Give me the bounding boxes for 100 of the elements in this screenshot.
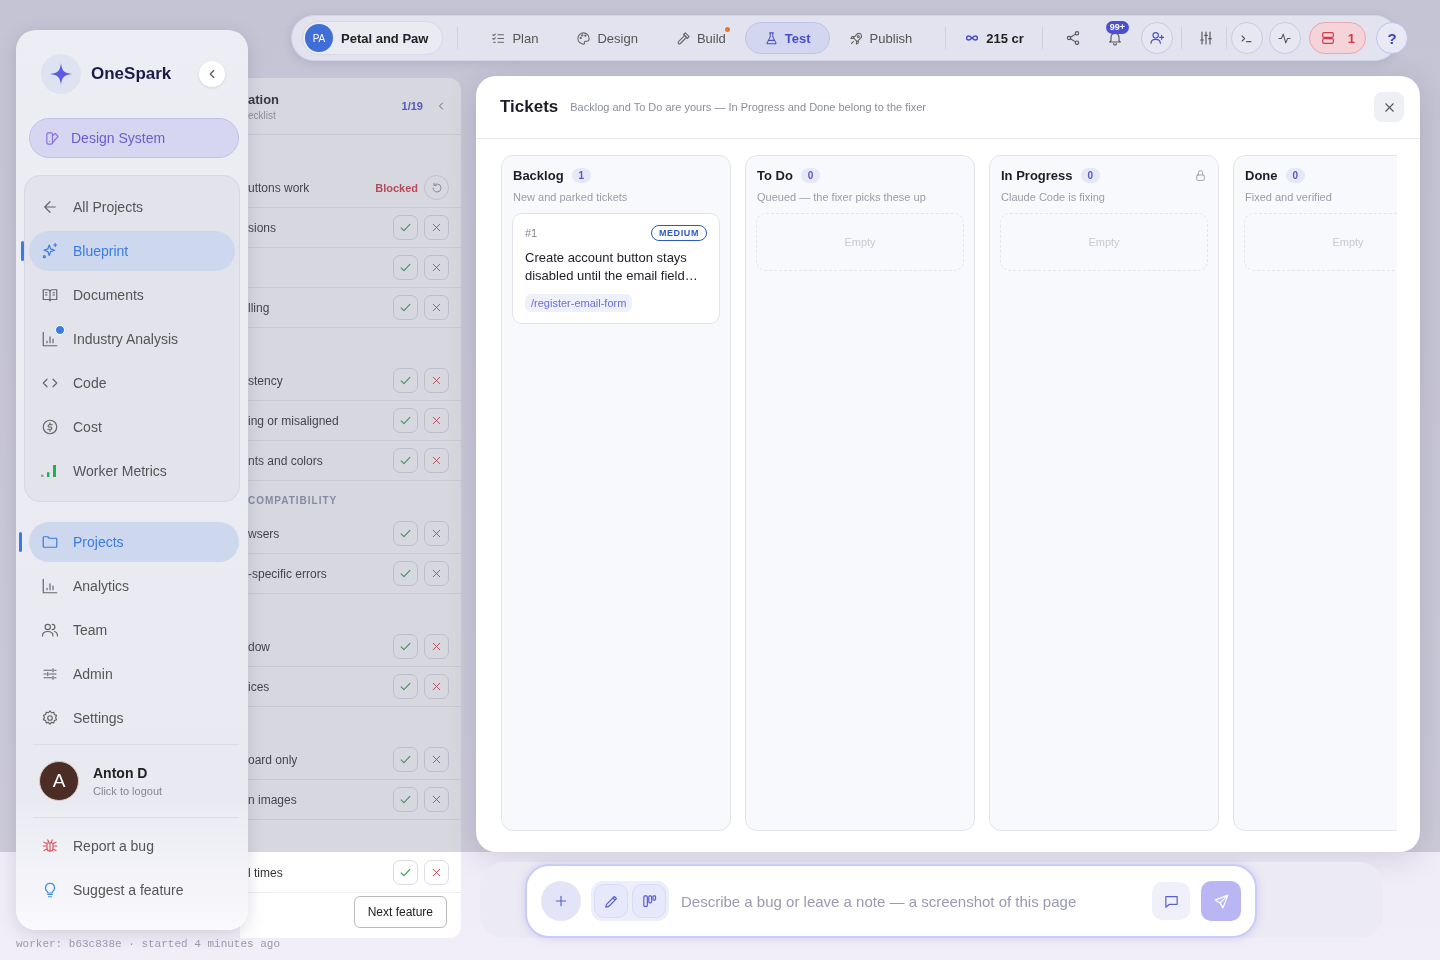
collapse-button[interactable] xyxy=(199,61,225,87)
sidebar-item[interactable]: Cost xyxy=(29,407,235,447)
pass-button[interactable] xyxy=(393,215,418,240)
column-description: New and parked tickets xyxy=(513,191,629,203)
nav-tab[interactable]: Plan xyxy=(472,22,558,54)
note-input[interactable]: Describe a bug or leave a note — a screenshot of this page xyxy=(679,891,1152,911)
dialog-subtitle: Backlog and To Do are yours — In Progress and Done belong to the fixer xyxy=(570,101,927,113)
user-plus-icon xyxy=(1148,30,1165,46)
terminal-button[interactable] xyxy=(1230,22,1263,54)
fail-button[interactable] xyxy=(424,448,449,473)
pass-button[interactable] xyxy=(393,521,418,546)
fail-button[interactable] xyxy=(424,408,449,433)
sidebar-item[interactable]: Admin xyxy=(29,654,239,694)
notifications-button[interactable]: 99+ xyxy=(1098,22,1131,54)
design-icon xyxy=(44,129,61,147)
selection-indicator xyxy=(19,532,22,552)
fail-button[interactable] xyxy=(424,521,449,546)
settings-icon xyxy=(41,709,59,727)
pass-button[interactable] xyxy=(393,255,418,280)
checklist-item: -specific errors xyxy=(248,566,327,581)
feedback-item[interactable]: Suggest a feature xyxy=(29,870,239,910)
pass-button[interactable] xyxy=(393,787,418,812)
sparkles-icon xyxy=(41,242,59,260)
checklist-item: wsers xyxy=(248,526,280,541)
pass-button[interactable] xyxy=(393,561,418,586)
sidebar-item[interactable]: Documents xyxy=(29,275,235,315)
sidebar-item[interactable]: Analytics xyxy=(29,566,239,606)
checklist-item: l times xyxy=(248,865,283,880)
close-button[interactable] xyxy=(1374,92,1404,122)
progress-count: 1/19 xyxy=(401,100,423,112)
bar-chart-icon xyxy=(41,577,59,595)
sidebar-item[interactable]: Settings xyxy=(29,698,239,738)
close-icon xyxy=(430,414,443,427)
pass-button[interactable] xyxy=(393,634,418,659)
checklist-item: ing or misaligned xyxy=(248,413,339,428)
fail-button[interactable] xyxy=(424,860,449,885)
user-profile[interactable]: A Anton D Click to logout xyxy=(29,753,239,809)
column-description: Queued — the fixer picks these up xyxy=(757,191,927,203)
alerts-button[interactable]: 1 xyxy=(1308,22,1367,54)
nav-tab[interactable]: Design xyxy=(557,22,657,54)
sidebar-item[interactable]: Team xyxy=(29,610,239,650)
close-icon xyxy=(430,454,443,467)
next-feature-button[interactable]: Next feature xyxy=(353,896,447,928)
pass-button[interactable] xyxy=(393,295,418,320)
help-button[interactable]: ? xyxy=(1376,22,1409,54)
fail-button[interactable] xyxy=(424,255,449,280)
column-title: To Do xyxy=(757,168,793,183)
project-avatar: PA xyxy=(305,24,333,52)
logo-icon xyxy=(41,54,81,94)
nav-tab[interactable]: Build xyxy=(656,22,745,54)
fail-button[interactable] xyxy=(424,634,449,659)
pass-button[interactable] xyxy=(393,408,418,433)
feedback-item[interactable]: Report a bug xyxy=(29,826,239,866)
sliders-icon xyxy=(41,665,59,683)
pass-button[interactable] xyxy=(393,747,418,772)
fail-button[interactable] xyxy=(424,295,449,320)
sidebar-item[interactable]: Industry Analysis xyxy=(29,319,235,359)
fail-button[interactable] xyxy=(424,747,449,772)
fail-button[interactable] xyxy=(424,368,449,393)
checklist-item: lling xyxy=(248,300,270,315)
project-switcher[interactable]: PA Petal and Paw xyxy=(302,21,444,55)
reset-button[interactable] xyxy=(424,175,449,200)
arrow-left-icon xyxy=(41,198,59,216)
send-icon xyxy=(1212,892,1230,910)
sidebar-item[interactable]: Code xyxy=(29,363,235,403)
plus-icon xyxy=(553,893,569,909)
sidebar-item[interactable]: All Projects xyxy=(29,187,235,227)
board-button[interactable] xyxy=(632,884,666,918)
checklist-item: uttons work xyxy=(248,180,310,195)
dollar-icon xyxy=(41,418,59,436)
nav-tab[interactable]: Test xyxy=(744,22,830,54)
logout-hint: Click to logout xyxy=(93,785,163,797)
nav-tab[interactable]: Publish xyxy=(829,22,932,54)
brand-name: OneSpark xyxy=(91,64,173,84)
pass-button[interactable] xyxy=(393,674,418,699)
activity-button[interactable] xyxy=(1268,22,1301,54)
sidebar-item[interactable]: Worker Metrics xyxy=(29,451,235,491)
sliders-icon xyxy=(1197,30,1214,46)
fail-button[interactable] xyxy=(424,561,449,586)
draw-button[interactable] xyxy=(594,884,628,918)
fail-button[interactable] xyxy=(424,674,449,699)
pass-button[interactable] xyxy=(393,448,418,473)
selection-indicator xyxy=(21,241,24,261)
ticket-count: 0 xyxy=(1080,168,1101,183)
close-icon xyxy=(430,261,443,274)
users-icon xyxy=(41,621,59,639)
close-icon xyxy=(430,753,443,766)
fail-button[interactable] xyxy=(424,215,449,240)
send-button[interactable] xyxy=(1201,881,1241,921)
invite-button[interactable] xyxy=(1140,22,1173,54)
workspace-button[interactable]: Design System xyxy=(29,118,239,158)
pass-button[interactable] xyxy=(393,860,418,885)
pass-button[interactable] xyxy=(393,368,418,393)
checklist-item: nts and colors xyxy=(248,453,323,468)
fail-button[interactable] xyxy=(424,787,449,812)
bar-chart-icon xyxy=(41,330,59,348)
ticket-card[interactable]: #1 MEDIUM Create account button stays disabled until the email field… /register-email-form xyxy=(512,213,720,324)
comment-button[interactable] xyxy=(1152,882,1190,920)
add-button[interactable] xyxy=(541,881,581,921)
checklist-item: stency xyxy=(248,373,283,388)
